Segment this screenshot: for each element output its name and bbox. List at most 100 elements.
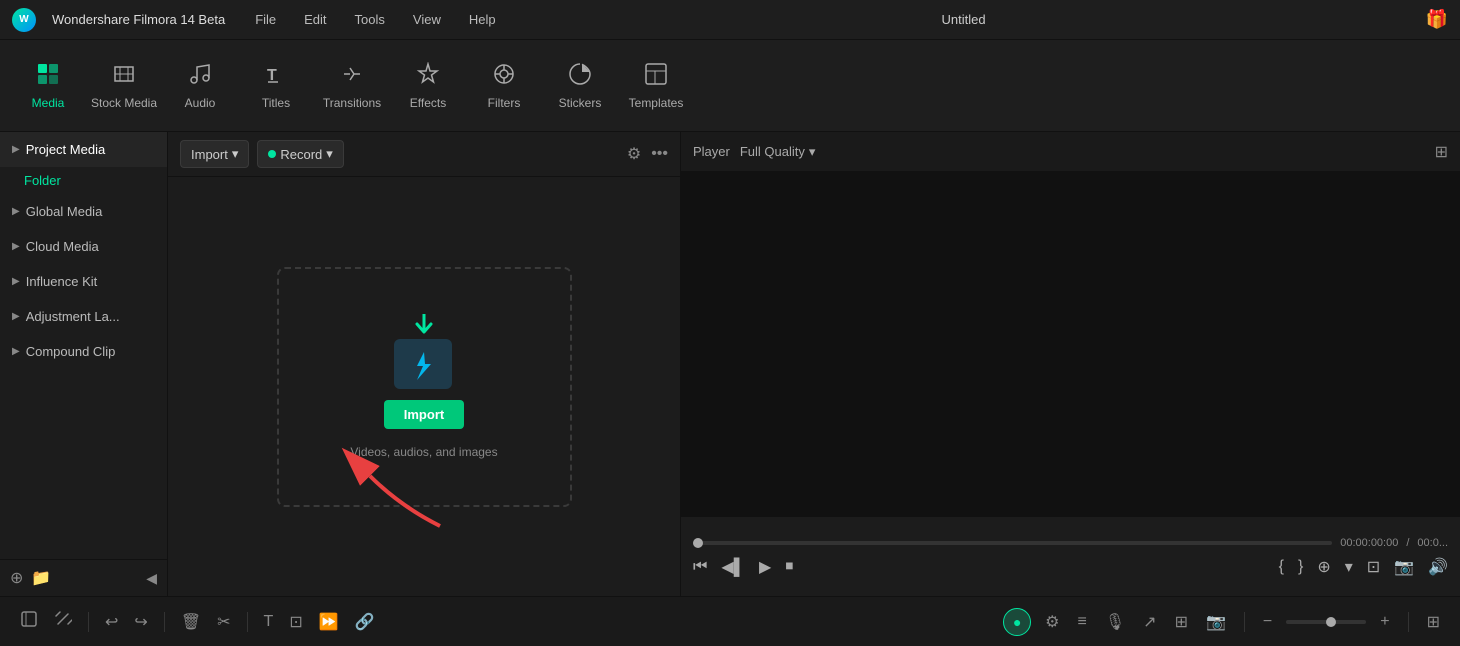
quality-select[interactable]: Full Quality ▾ (740, 144, 816, 160)
menu-file[interactable]: File (249, 8, 282, 31)
record-dropdown-arrow[interactable]: ▾ (326, 146, 333, 162)
cloud-media-arrow: ▶ (12, 241, 20, 252)
fullscreen-button[interactable]: ⊡ (1367, 557, 1380, 577)
project-media-arrow: ▶ (12, 144, 20, 155)
import-button[interactable]: Import ▾ (180, 140, 249, 168)
play-button[interactable]: ▶ (759, 557, 771, 577)
toolbar-templates[interactable]: Templates (620, 46, 692, 126)
toolbar-separator-4 (1244, 612, 1245, 632)
sidebar-item-project-media-label: Project Media (26, 142, 105, 157)
more-track-button[interactable]: ⊞ (1171, 608, 1192, 636)
player-progress: 00:00:00:00 / 00:0... (693, 537, 1448, 549)
playback-dropdown[interactable]: ▾ (1345, 557, 1353, 577)
settings-button[interactable]: ⚙ (1041, 608, 1063, 636)
time-separator: / (1406, 537, 1409, 549)
active-track-button[interactable]: ● (1003, 608, 1031, 636)
toolbar-stock-media[interactable]: Stock Media (88, 46, 160, 126)
sidebar-item-cloud-media[interactable]: ▶ Cloud Media (0, 229, 167, 264)
toolbar-audio[interactable]: Audio (164, 46, 236, 126)
link-button[interactable]: 🔗 (351, 608, 379, 636)
toolbar-separator-5 (1408, 612, 1409, 632)
menu-tools[interactable]: Tools (349, 8, 391, 31)
sidebar-item-influence-kit[interactable]: ▶ Influence Kit (0, 264, 167, 299)
grid-view-icon[interactable]: ⊞ (1435, 142, 1448, 162)
record-button[interactable]: Record ▾ (257, 140, 343, 168)
toolbar-filters[interactable]: Filters (468, 46, 540, 126)
quality-dropdown-arrow[interactable]: ▾ (809, 144, 816, 160)
step-back-button[interactable]: ⏮ (693, 558, 707, 576)
zoom-out-button[interactable]: − (1259, 609, 1276, 635)
project-title: Untitled (518, 12, 1410, 27)
toolbar-separator-2 (164, 612, 165, 632)
import-dropdown-arrow[interactable]: ▾ (232, 146, 239, 162)
menu-view[interactable]: View (407, 8, 447, 31)
toolbar-media-label: Media (32, 96, 65, 110)
trim-tool-button[interactable] (50, 606, 76, 637)
zoom-slider-container (1286, 620, 1366, 624)
player-controls: 00:00:00:00 / 00:0... ⏮ ◀▌ ▶ ⏹ { } ⊕ ▾ ⊡… (681, 516, 1460, 596)
sidebar-item-adjustment-layer-label: Adjustment La... (26, 309, 120, 324)
audio-button[interactable]: 🔊 (1428, 557, 1448, 577)
player-label: Player (693, 144, 730, 159)
layout-button[interactable]: ⊞ (1423, 608, 1444, 636)
time-current: 00:00:00:00 (1340, 537, 1398, 549)
menu-help[interactable]: Help (463, 8, 502, 31)
dropzone-hint: Videos, audios, and images (350, 445, 497, 459)
main-layout: ▶ Project Media Folder ▶ Global Media ▶ … (0, 132, 1460, 596)
toolbar-media[interactable]: Media (12, 46, 84, 126)
player-toolbar: Player Full Quality ▾ ⊞ (681, 132, 1460, 172)
toolbar-transitions[interactable]: Transitions (316, 46, 388, 126)
menu-edit[interactable]: Edit (298, 8, 332, 31)
undo-button[interactable]: ↩ (101, 608, 122, 636)
sidebar-item-global-media[interactable]: ▶ Global Media (0, 194, 167, 229)
sidebar-item-adjustment-layer[interactable]: ▶ Adjustment La... (0, 299, 167, 334)
zoom-in-button[interactable]: + (1376, 609, 1393, 635)
sidebar-item-compound-clip[interactable]: ▶ Compound Clip (0, 334, 167, 369)
add-to-timeline-button[interactable]: ⊕ (1317, 557, 1330, 577)
select-tool-button[interactable] (16, 606, 42, 637)
record-dot-icon (268, 150, 276, 158)
collapse-sidebar-button[interactable]: ◀ (146, 570, 157, 587)
mark-in-button[interactable]: { (1279, 558, 1284, 576)
zoom-slider[interactable] (1286, 620, 1366, 624)
mic-button[interactable]: 🎙 (1101, 608, 1129, 636)
screenshot-button[interactable]: 📷 (1394, 557, 1414, 577)
toolbar-stickers[interactable]: Stickers (544, 46, 616, 126)
mark-out-button[interactable]: } (1298, 558, 1303, 576)
sidebar-item-influence-kit-label: Influence Kit (26, 274, 98, 289)
frame-back-button[interactable]: ◀▌ (721, 557, 745, 577)
speed-button[interactable]: ⏩ (315, 608, 343, 636)
more-button[interactable]: ••• (651, 145, 668, 163)
camera-button[interactable]: 📷 (1202, 608, 1230, 636)
sidebar-folder-label: Folder (24, 173, 61, 188)
new-folder-button[interactable]: 📁 (31, 568, 51, 588)
toolbar-transitions-label: Transitions (323, 96, 381, 110)
player-panel: Player Full Quality ▾ ⊞ 00:00:00:00 / 00… (680, 132, 1460, 596)
sidebar-folder[interactable]: Folder (0, 167, 167, 194)
toolbar-effects[interactable]: Effects (392, 46, 464, 126)
sidebar-item-cloud-media-label: Cloud Media (26, 239, 99, 254)
app-logo: W (12, 8, 36, 32)
dropzone: Import Videos, audios, and images (168, 177, 680, 596)
crop-button[interactable]: ⊡ (285, 608, 306, 636)
gift-icon[interactable]: 🎁 (1426, 9, 1448, 30)
dropzone-box[interactable]: Import Videos, audios, and images (277, 267, 572, 507)
redo-button[interactable]: ↪ (130, 608, 151, 636)
delete-button[interactable]: 🗑 (177, 608, 205, 636)
sidebar-item-project-media[interactable]: ▶ Project Media (0, 132, 167, 167)
cut-button[interactable]: ✂ (213, 608, 234, 636)
filter-button[interactable]: ⚙ (627, 144, 641, 164)
import-label: Import (191, 147, 228, 162)
toolbar-titles[interactable]: T Titles (240, 46, 312, 126)
track-button[interactable]: ≡ (1074, 609, 1091, 635)
text-button[interactable]: T (260, 609, 278, 635)
import-cta-button[interactable]: Import (384, 400, 464, 429)
sidebar: ▶ Project Media Folder ▶ Global Media ▶ … (0, 132, 168, 596)
adjustment-layer-arrow: ▶ (12, 311, 20, 322)
bottom-bar: ↩ ↪ 🗑 ✂ T ⊡ ⏩ 🔗 ● ⚙ ≡ 🎙 ↗ ⊞ 📷 − + ⊞ (0, 596, 1460, 646)
media-icon (36, 62, 60, 92)
export-button[interactable]: ↗ (1139, 608, 1160, 636)
add-media-button[interactable]: ⊕ (10, 568, 23, 588)
stop-button[interactable]: ⏹ (785, 558, 793, 576)
progress-bar[interactable] (693, 541, 1332, 545)
